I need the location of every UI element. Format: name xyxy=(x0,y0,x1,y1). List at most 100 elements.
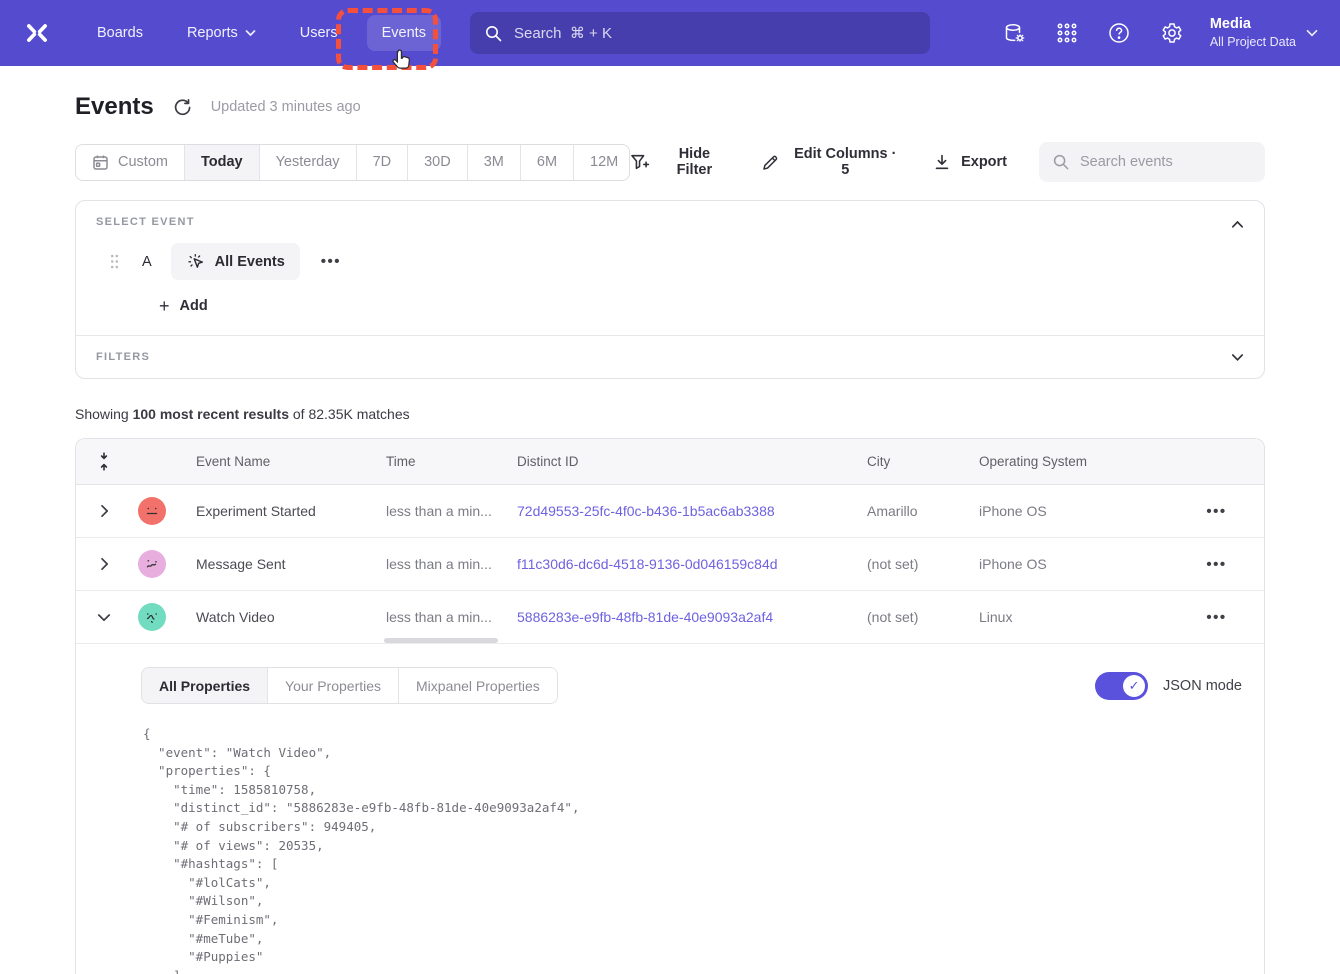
summary-suffix: of 82.35K matches xyxy=(289,406,410,422)
column-header-distinct-id[interactable]: Distinct ID xyxy=(517,454,867,469)
expand-row-button[interactable] xyxy=(96,553,113,575)
nav-item-boards[interactable]: Boards xyxy=(82,15,158,51)
settings-button[interactable] xyxy=(1150,12,1192,54)
help-circle-icon xyxy=(1107,21,1131,45)
filter-plus-icon xyxy=(630,153,649,172)
cell-event-name: Message Sent xyxy=(196,556,386,572)
range-custom-button[interactable]: Custom xyxy=(76,145,185,180)
refresh-button[interactable] xyxy=(171,96,194,119)
row-more-button[interactable]: ••• xyxy=(1200,605,1232,630)
column-header-time[interactable]: Time xyxy=(386,454,517,469)
cell-time: less than a min... xyxy=(386,556,517,572)
event-query-row: A All Events ••• xyxy=(96,243,1244,280)
search-events-input[interactable] xyxy=(1080,154,1252,170)
event-avatar xyxy=(138,603,166,631)
search-icon xyxy=(484,24,503,43)
primary-nav: Boards Reports Users Events xyxy=(82,15,441,51)
edit-columns-label: Edit Columns · 5 xyxy=(789,146,901,178)
event-detail-panel: All Properties Your Properties Mixpanel … xyxy=(76,644,1264,974)
mixpanel-logo-icon[interactable] xyxy=(24,20,50,46)
events-page: Events Updated 3 minutes ago Custom Toda… xyxy=(0,93,1340,974)
select-event-section: SELECT EVENT A All Events xyxy=(76,201,1264,335)
chevron-up-icon xyxy=(1231,220,1244,229)
range-yesterday-button[interactable]: Yesterday xyxy=(260,145,357,180)
cell-distinct-id[interactable]: 72d49553-25fc-4f0c-b436-1b5ac6ab3388 xyxy=(517,503,867,519)
range-label: Today xyxy=(201,154,243,170)
cell-city: Amarillo xyxy=(867,503,979,519)
pencil-icon xyxy=(761,153,780,172)
cell-event-name: Experiment Started xyxy=(196,503,386,519)
export-label: Export xyxy=(961,154,1007,170)
summary-prefix: Showing xyxy=(75,406,133,422)
collapse-select-event-button[interactable] xyxy=(1227,213,1248,236)
range-30d-button[interactable]: 30D xyxy=(408,145,468,180)
table-row-expanded[interactable]: Watch Video less than a min... 5886283e-… xyxy=(76,591,1264,644)
nav-item-label: Boards xyxy=(97,25,143,41)
event-more-button[interactable]: ••• xyxy=(315,249,347,274)
magic-cursor-icon xyxy=(186,252,206,272)
row-more-button[interactable]: ••• xyxy=(1200,552,1232,577)
download-icon xyxy=(933,153,951,171)
nav-item-reports[interactable]: Reports xyxy=(172,15,271,51)
global-search-input[interactable] xyxy=(514,25,916,42)
cell-distinct-id[interactable]: 5886283e-e9fb-48fb-81de-40e9093a2af4 xyxy=(517,609,867,625)
project-switcher[interactable]: Media All Project Data xyxy=(1202,9,1326,57)
table-horizontal-scrollbar[interactable] xyxy=(384,638,498,643)
hide-filter-button[interactable]: Hide Filter xyxy=(630,146,729,178)
expand-row-button[interactable] xyxy=(96,500,113,522)
table-row[interactable]: Experiment Started less than a min... 72… xyxy=(76,485,1264,538)
chevron-down-icon xyxy=(97,613,111,622)
chevron-right-icon xyxy=(100,557,109,571)
range-today-button[interactable]: Today xyxy=(185,145,260,180)
navbar-right: Media All Project Data xyxy=(994,0,1326,66)
gear-icon xyxy=(1159,21,1183,45)
table-row[interactable]: Message Sent less than a min... f11c30d6… xyxy=(76,538,1264,591)
column-header-city[interactable]: City xyxy=(867,454,979,469)
nav-item-users[interactable]: Users xyxy=(285,15,353,51)
results-summary: Showing 100 most recent results of 82.35… xyxy=(75,406,1265,422)
column-header-os[interactable]: Operating System xyxy=(979,454,1169,469)
project-scope: All Project Data xyxy=(1210,34,1296,51)
collapse-row-button[interactable] xyxy=(93,609,115,626)
row-more-button[interactable]: ••• xyxy=(1200,499,1232,524)
tab-all-properties[interactable]: All Properties xyxy=(142,668,268,703)
global-search[interactable] xyxy=(470,12,930,54)
data-management-button[interactable] xyxy=(994,12,1036,54)
cell-city: (not set) xyxy=(867,609,979,625)
cell-time: less than a min... xyxy=(386,609,517,625)
edit-columns-button[interactable]: Edit Columns · 5 xyxy=(761,146,901,178)
range-label: 12M xyxy=(590,154,618,170)
export-button[interactable]: Export xyxy=(933,153,1007,171)
event-selector-chip[interactable]: All Events xyxy=(171,243,300,280)
plus-icon: + xyxy=(159,297,170,315)
nav-item-events[interactable]: Events xyxy=(367,15,441,51)
apps-grid-button[interactable] xyxy=(1046,12,1088,54)
help-button[interactable] xyxy=(1098,12,1140,54)
chevron-down-icon xyxy=(1231,353,1244,362)
event-avatar xyxy=(138,550,166,578)
range-12m-button[interactable]: 12M xyxy=(574,145,630,180)
search-icon xyxy=(1052,153,1070,171)
range-6m-button[interactable]: 6M xyxy=(521,145,574,180)
project-name: Media xyxy=(1210,15,1296,35)
drag-handle[interactable] xyxy=(110,254,119,269)
expand-filters-button[interactable] xyxy=(1227,346,1248,369)
range-7d-button[interactable]: 7D xyxy=(357,145,409,180)
cell-city: (not set) xyxy=(867,556,979,572)
range-label: Custom xyxy=(118,154,168,170)
json-mode-toggle[interactable]: ✓ xyxy=(1095,672,1148,700)
select-event-label: SELECT EVENT xyxy=(96,216,1244,228)
tab-your-properties[interactable]: Your Properties xyxy=(268,668,399,703)
search-events-field[interactable] xyxy=(1039,142,1265,182)
filters-section[interactable]: FILTERS xyxy=(76,335,1264,378)
column-header-event-name[interactable]: Event Name xyxy=(196,454,386,469)
add-event-button[interactable]: + Add xyxy=(159,297,208,315)
clause-letter: A xyxy=(142,254,152,270)
cell-time: less than a min... xyxy=(386,503,517,519)
collapse-all-button[interactable] xyxy=(93,447,115,476)
tab-mixpanel-properties[interactable]: Mixpanel Properties xyxy=(399,668,557,703)
cell-distinct-id[interactable]: f11c30d6-dc6d-4518-9136-0d046159c84d xyxy=(517,556,867,572)
filters-label: FILTERS xyxy=(96,351,150,363)
range-3m-button[interactable]: 3M xyxy=(468,145,521,180)
avatar-face-icon xyxy=(142,554,162,574)
